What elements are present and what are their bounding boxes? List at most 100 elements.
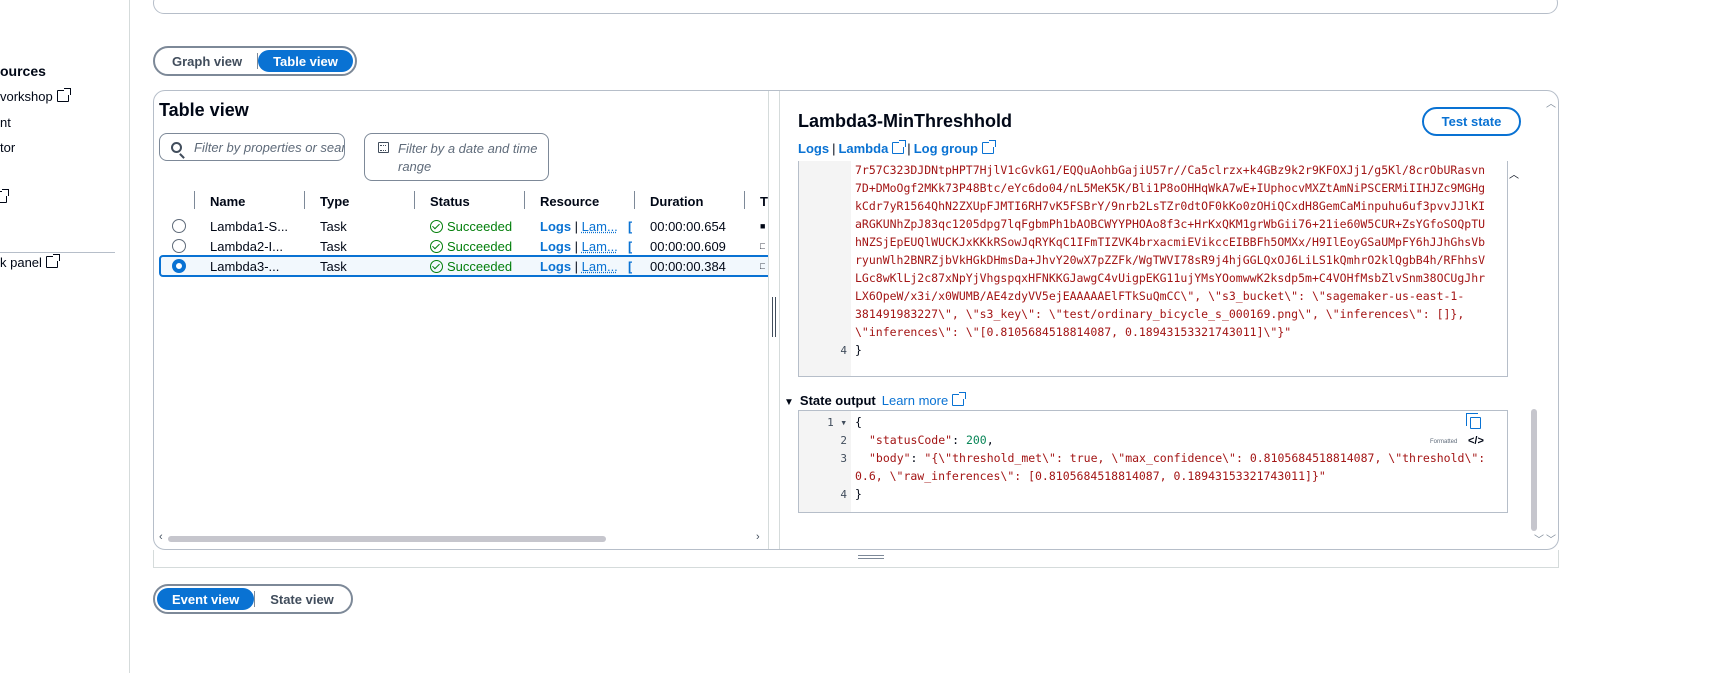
line-number: 2 — [840, 434, 847, 447]
row-lambda-link[interactable]: Lam... — [582, 219, 618, 234]
row-lambda-link[interactable]: Lam... — [582, 239, 618, 254]
filter-properties-input[interactable]: Filter by properties or search — [159, 133, 345, 161]
row-status: Succeeded — [430, 219, 512, 234]
lambda-link[interactable]: Lambda — [838, 141, 888, 156]
code-line: 381491983227\", \"s3_key\": \"test/ordin… — [855, 307, 1465, 321]
view-toggle-top: Graph view Table view — [153, 46, 357, 76]
splitter-grip-icon[interactable] — [772, 297, 776, 337]
code-line: LGc8wKlLj2c87xNpYjVhgspqxHFNKKGJawgC4vUi… — [855, 271, 1486, 285]
left-sidebar: ources vorkshop nt tor k panel — [0, 0, 130, 673]
state-detail-pane: Lambda3-MinThreshhold Test state Logs | La… — [780, 91, 1558, 549]
row-resource: Logs | Lam... — [540, 219, 618, 234]
top-container — [153, 0, 1558, 14]
column-separator — [304, 191, 305, 209]
log-group-link[interactable]: Log group — [914, 141, 978, 156]
logs-link[interactable]: Logs — [798, 141, 829, 156]
table-view-button[interactable]: Table view — [258, 50, 353, 72]
code-line: aRGKUNhZpJ83qc1205dpg7lqFgbmPh1bAOBCWYYP… — [855, 217, 1486, 231]
column-header-status[interactable]: Status — [430, 194, 470, 209]
scroll-right-arrow-icon[interactable]: › — [756, 531, 760, 543]
code-line: 7r57C323DJDNtpHPT7HjlV1cGvkG1/EQQuAohbGa… — [855, 163, 1486, 177]
row-resource: Logs | Lam... — [540, 259, 618, 274]
row-logs-link[interactable]: Logs — [540, 219, 571, 234]
pane-title: Table view — [159, 100, 249, 120]
state-title: Lambda3-MinThreshhold — [798, 111, 1013, 131]
sidebar-link-workshop[interactable]: vorkshop — [0, 88, 71, 104]
row-logs-link[interactable]: Logs — [540, 239, 571, 254]
test-state-button[interactable]: Test state — [1422, 107, 1521, 136]
sidebar-link-tor[interactable]: tor — [0, 140, 15, 155]
external-link-icon: [ — [628, 239, 633, 254]
column-header-name[interactable]: Name — [210, 194, 245, 209]
row-status: Succeeded — [430, 259, 512, 274]
sidebar-link-external[interactable] — [0, 189, 9, 205]
column-separator — [524, 191, 525, 209]
graph-view-button[interactable]: Graph view — [157, 50, 257, 72]
row-name: Lambda2-I... — [210, 239, 283, 254]
line-number: 3 — [840, 452, 847, 465]
code-line: "body": "{\"threshold_met\": true, \"max… — [869, 451, 1486, 465]
pane-splitter[interactable] — [768, 91, 780, 549]
search-icon — [171, 142, 182, 153]
line-number: 4 — [840, 488, 847, 501]
column-separator — [194, 191, 195, 209]
table-header: Name Type Status Resource Duration T — [159, 191, 768, 213]
column-header-t[interactable]: T — [760, 194, 768, 209]
sidebar-link-panel[interactable]: k panel — [0, 254, 60, 270]
column-header-type[interactable]: Type — [320, 194, 349, 209]
filter-date-placeholder: Filter by a date and time range — [398, 141, 538, 174]
sidebar-divider — [0, 252, 115, 253]
external-link-icon — [892, 140, 907, 154]
panel-resize-handle[interactable] — [153, 550, 1559, 568]
line-number: 1 ▾ — [827, 416, 847, 429]
row-logs-link[interactable]: Logs — [540, 259, 571, 274]
code-line: hNZSjEpEUQlWUCKJxKKkRSowJqRYKqC1IFmTIZVK… — [855, 235, 1486, 249]
row-radio[interactable] — [172, 239, 186, 253]
column-header-resource[interactable]: Resource — [540, 194, 599, 209]
execution-panel: Table view Filter by properties or searc… — [153, 90, 1559, 550]
code-line: } — [855, 343, 862, 357]
detail-links: Logs | Lambda | Log group — [798, 140, 996, 156]
row-type: Task — [320, 239, 347, 254]
state-output-header[interactable]: ▼ State output Learn more — [784, 392, 967, 408]
code-line: 7D+DMoOgf2MKk73P48Btc/eYc6do04/nL5MeK5K/… — [855, 181, 1486, 195]
row-radio-selected[interactable] — [172, 259, 186, 273]
state-input-code[interactable]: 7r57C323DJDNtpHPT7HjlV1cGvkG1/EQQuAohbGa… — [798, 161, 1508, 377]
code-line: kCdr7yR1564QhN2ZXUpFJMTI6RH7vK5FSBrY/9nr… — [855, 199, 1486, 213]
table-row-selected[interactable]: Lambda3-... Task Succeeded Logs | Lam...… — [159, 255, 768, 277]
row-radio[interactable] — [172, 219, 186, 233]
resize-grip-icon[interactable] — [858, 555, 884, 559]
check-circle-icon — [430, 220, 443, 233]
copy-icon[interactable] — [1466, 413, 1481, 429]
column-separator — [634, 191, 635, 209]
formatted-label: Formatted — [1430, 439, 1458, 445]
sidebar-link-nt[interactable]: nt — [0, 115, 11, 130]
table-row[interactable]: Lambda2-I... Task Succeeded Logs | Lam..… — [159, 236, 768, 256]
row-duration: 00:00:00.384 — [650, 259, 726, 274]
caret-down-icon: ▼ — [784, 397, 794, 408]
external-link-icon — [56, 88, 71, 102]
code-line: "statusCode": 200, — [869, 433, 994, 447]
state-output-code[interactable]: 1 ▾ 2 3 4 { "statusCode": 200, "body": "… — [798, 410, 1508, 513]
row-name: Lambda3-... — [210, 259, 280, 274]
scroll-left-arrow-icon[interactable]: ‹ — [159, 531, 163, 543]
event-view-button[interactable]: Event view — [157, 588, 255, 610]
code-line: LX6OpeW/x3i/x0WUMB/AE4zdyVV5ejEAAAAAElFT… — [855, 289, 1465, 303]
scroll-down-icon[interactable]: ﹀ — [1546, 531, 1556, 546]
horizontal-scrollbar[interactable] — [168, 536, 606, 542]
state-view-button[interactable]: State view — [255, 588, 349, 610]
code-format-icon[interactable]: </> — [1468, 435, 1484, 447]
row-lambda-link[interactable]: Lam... — [582, 259, 618, 274]
table-row[interactable]: Lambda1-S... Task Succeeded Logs | Lam..… — [159, 216, 768, 236]
filter-date-range-input[interactable]: Filter by a date and time range — [364, 133, 549, 181]
collapse-chevron-icon[interactable]: ︿ — [1509, 166, 1519, 181]
vertical-scrollbar[interactable] — [1531, 409, 1537, 531]
code-line: { — [855, 415, 862, 429]
state-output-label: State output — [799, 393, 876, 408]
scroll-down-icon[interactable]: ﹀ — [1534, 531, 1544, 546]
learn-more-link[interactable]: Learn more — [882, 393, 948, 408]
scroll-up-icon[interactable]: ︿ — [1546, 95, 1556, 110]
external-link-icon — [981, 140, 996, 154]
row-type: Task — [320, 259, 347, 274]
column-header-duration[interactable]: Duration — [650, 194, 703, 209]
